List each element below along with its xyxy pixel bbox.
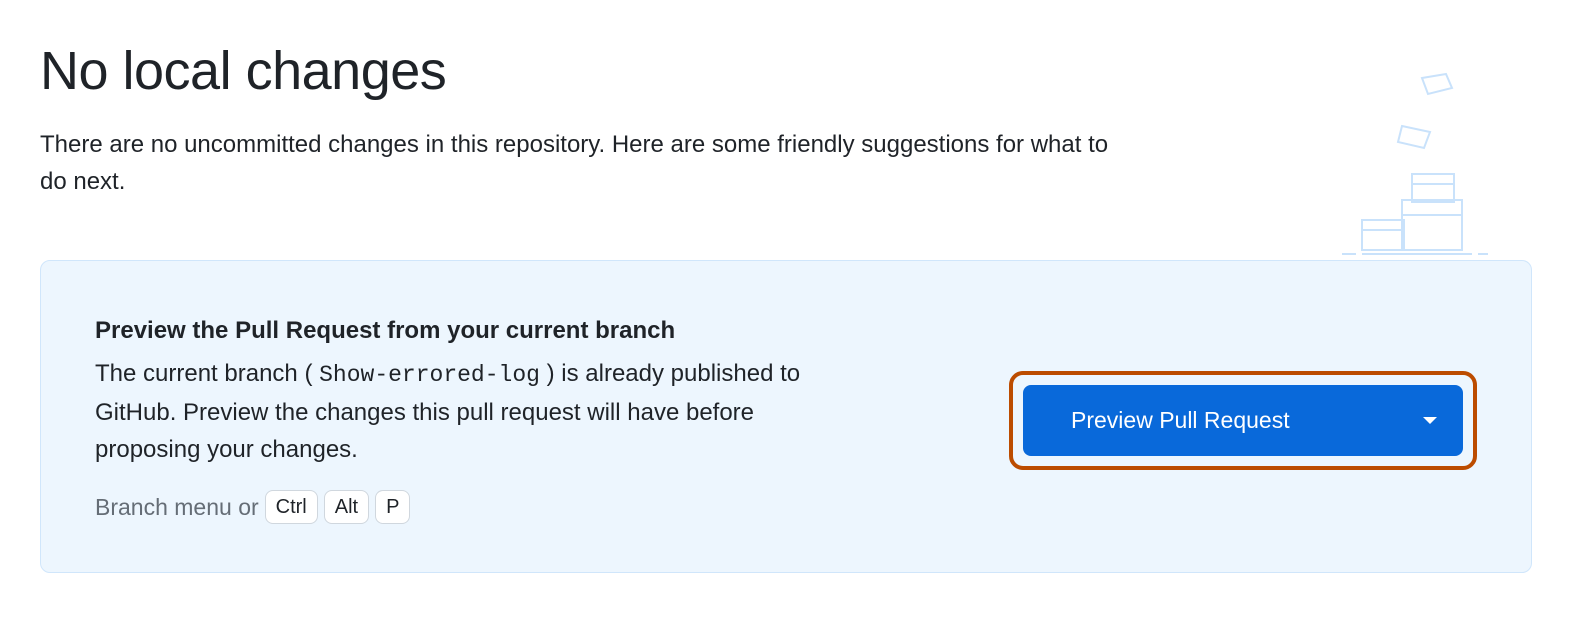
button-label: Preview Pull Request [1071, 407, 1290, 434]
branch-name: Show-errored-log [319, 362, 540, 388]
kbd-key: Alt [324, 490, 369, 524]
card-body: The current branch ( Show-errored-log ) … [95, 355, 855, 468]
card-body-prefix: The current branch ( [95, 360, 312, 387]
kbd-key: Ctrl [265, 490, 318, 524]
preview-pull-request-button[interactable]: Preview Pull Request [1023, 385, 1463, 456]
card-title: Preview the Pull Request from your curre… [95, 317, 855, 345]
caret-down-icon [1423, 417, 1437, 424]
preview-pr-button-highlight: Preview Pull Request [1009, 371, 1477, 470]
page-title: No local changes [40, 40, 1532, 102]
card-shortcut-hint: Branch menu or Ctrl Alt P [95, 490, 855, 524]
suggestion-card: Preview the Pull Request from your curre… [40, 260, 1532, 573]
page-subtitle: There are no uncommitted changes in this… [40, 126, 1120, 200]
shortcut-prefix: Branch menu or [95, 494, 259, 521]
kbd-key: P [375, 490, 410, 524]
